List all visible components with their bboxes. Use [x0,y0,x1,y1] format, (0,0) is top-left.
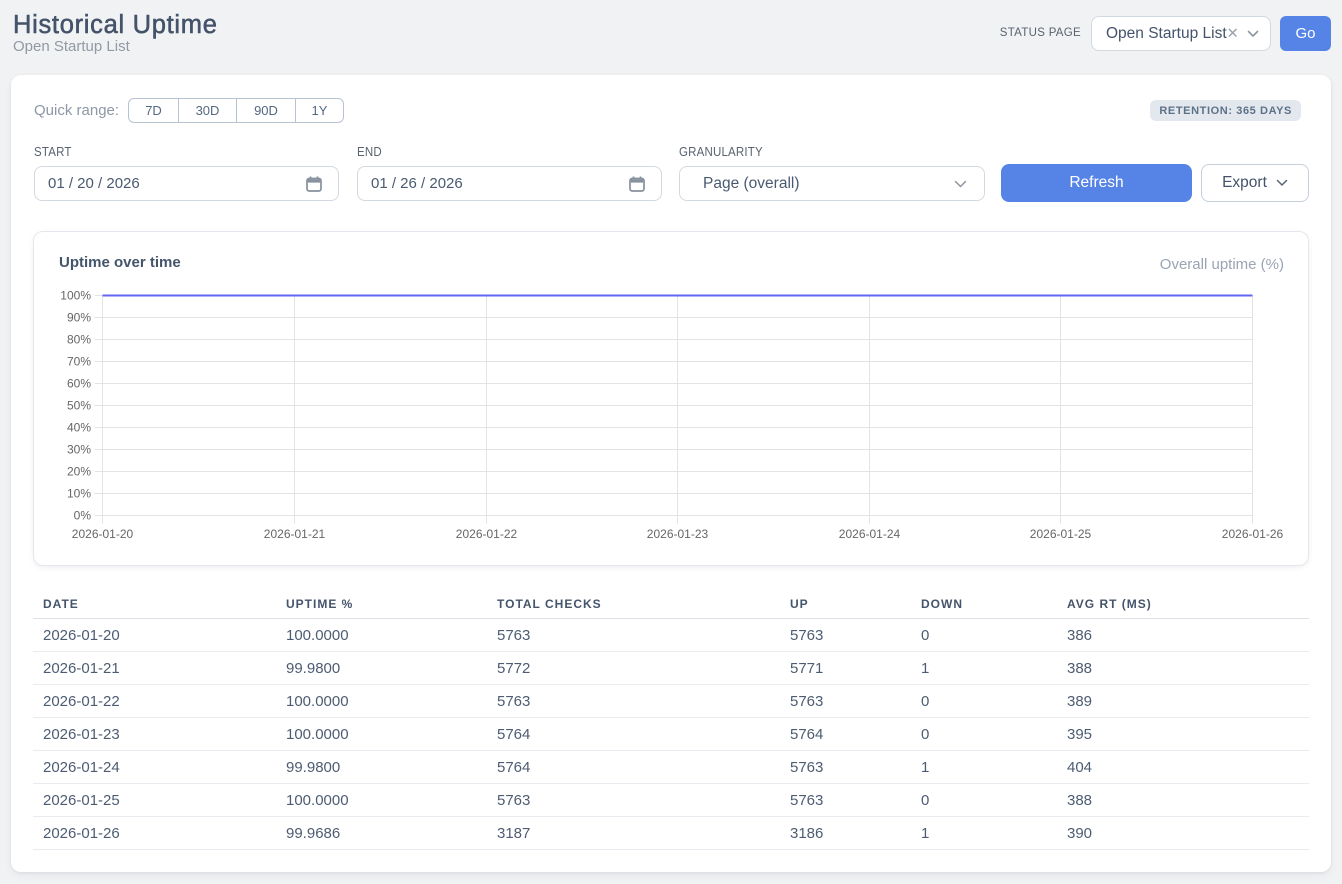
svg-text:2026-01-20: 2026-01-20 [72,527,134,541]
svg-text:10%: 10% [67,487,91,501]
svg-text:2026-01-26: 2026-01-26 [1222,527,1284,541]
svg-text:20%: 20% [67,465,91,479]
svg-text:40%: 40% [67,421,91,435]
svg-text:60%: 60% [67,377,91,391]
svg-text:80%: 80% [67,333,91,347]
svg-text:0%: 0% [74,509,92,523]
svg-text:2026-01-23: 2026-01-23 [647,527,709,541]
svg-text:2026-01-25: 2026-01-25 [1030,527,1092,541]
svg-text:30%: 30% [67,443,91,457]
svg-text:50%: 50% [67,399,91,413]
svg-text:90%: 90% [67,311,91,325]
svg-text:100%: 100% [60,289,91,303]
svg-text:2026-01-22: 2026-01-22 [456,527,518,541]
svg-text:2026-01-21: 2026-01-21 [264,527,326,541]
svg-text:2026-01-24: 2026-01-24 [839,527,901,541]
svg-text:70%: 70% [67,355,91,369]
